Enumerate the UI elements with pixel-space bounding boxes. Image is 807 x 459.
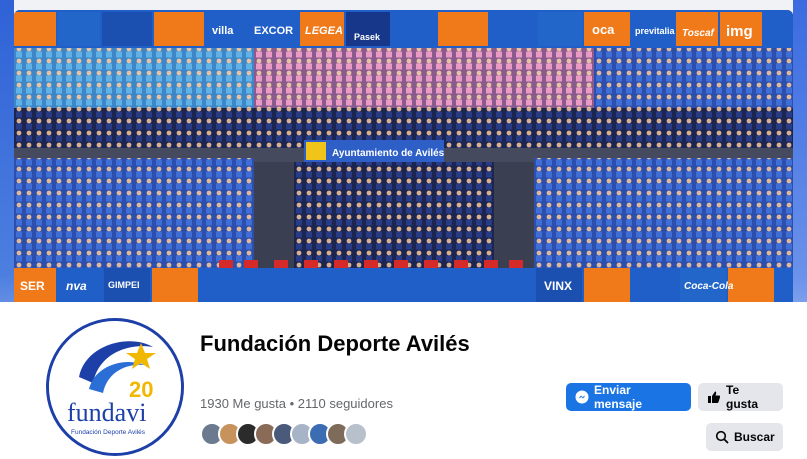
logo-text: fundavi bbox=[67, 398, 146, 427]
cover-photo[interactable]: villa EXCOR LEGEA Pasek oca previtalia T… bbox=[14, 10, 793, 302]
fundavi-logo: 20 fundavi Fundación Deporte Avilés bbox=[49, 321, 181, 453]
search-icon bbox=[715, 430, 729, 444]
avatar[interactable] bbox=[344, 422, 368, 446]
send-message-label: Enviar mensaje bbox=[594, 383, 643, 411]
sponsor-nva: nva bbox=[66, 279, 87, 293]
banner-ayuntamiento: Ayuntamiento de Avilés bbox=[332, 148, 445, 159]
search-button[interactable]: Buscar bbox=[706, 423, 783, 451]
sponsor-previtalia: previtalia bbox=[635, 26, 676, 36]
thumbs-up-icon bbox=[707, 390, 721, 404]
sponsor-villa: villa bbox=[212, 25, 234, 37]
sponsor-excor: EXCOR bbox=[254, 25, 293, 37]
like-label: Te gusta bbox=[726, 383, 759, 411]
page-stats[interactable]: 1930 Me gusta • 2110 seguidores bbox=[200, 396, 393, 411]
sponsor-gimpei: GIMPEI bbox=[108, 280, 140, 290]
sponsor-pasek: Pasek bbox=[354, 32, 381, 42]
sponsor-coca-cola: Coca-Cola bbox=[684, 281, 734, 292]
sponsor-oca: oca bbox=[592, 22, 615, 37]
messenger-icon bbox=[575, 390, 589, 404]
sponsor-legea: LEGEA bbox=[305, 25, 343, 37]
send-message-button[interactable]: Enviar mensaje bbox=[566, 383, 691, 411]
sponsor-toscaf: Toscaf bbox=[682, 28, 716, 39]
page-title: Fundación Deporte Avilés bbox=[200, 331, 470, 356]
sponsor-ser: SER bbox=[20, 279, 45, 293]
sponsor-img: img bbox=[726, 23, 753, 40]
like-button[interactable]: Te gusta bbox=[698, 383, 783, 411]
sponsor-vinx: VINX bbox=[544, 279, 572, 293]
cover-photo-illustration: villa EXCOR LEGEA Pasek oca previtalia T… bbox=[14, 10, 793, 302]
profile-picture[interactable]: 20 fundavi Fundación Deporte Avilés bbox=[46, 318, 184, 456]
logo-subtitle: Fundación Deporte Avilés bbox=[71, 429, 146, 436]
follower-avatars[interactable] bbox=[200, 422, 368, 448]
search-label: Buscar bbox=[734, 430, 775, 444]
